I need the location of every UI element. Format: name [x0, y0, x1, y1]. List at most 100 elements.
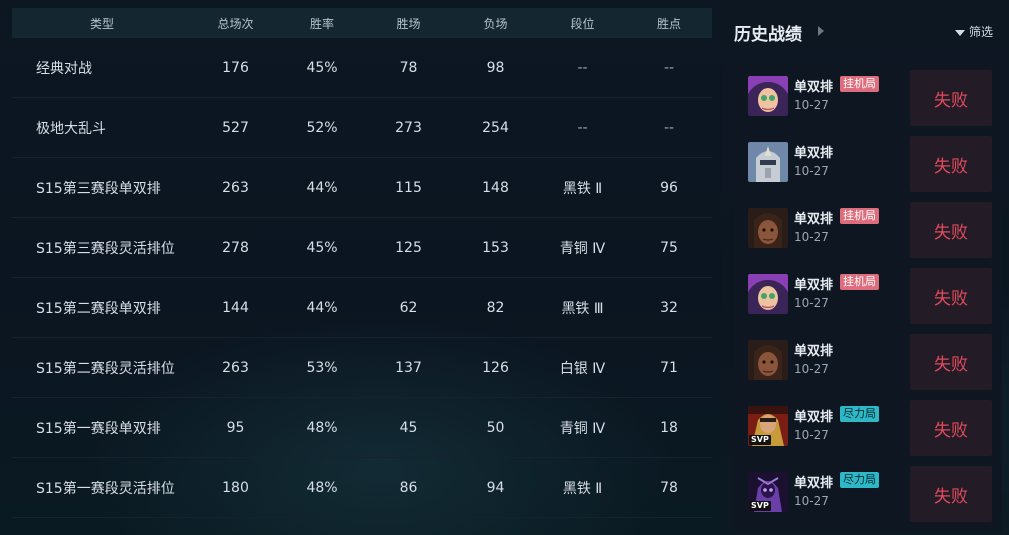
cell-type: 经典对战	[36, 60, 92, 77]
cell-wins: 137	[395, 359, 422, 376]
cell-lp: 96	[660, 179, 678, 196]
header-losses: 负场	[483, 16, 508, 31]
match-date: 10-27	[794, 230, 829, 244]
cell-total: 278	[222, 239, 249, 256]
cell-lp: --	[663, 59, 675, 76]
cell-wins: 273	[395, 119, 422, 136]
cell-tier: 白银 Ⅳ	[559, 360, 606, 377]
cell-lp: --	[663, 119, 675, 136]
table-header-row: 类型 总场次 胜率 胜场 负场 段位 胜点	[12, 8, 712, 38]
match-date: 10-27	[794, 164, 829, 178]
cell-total: 95	[226, 419, 245, 436]
cell-winrate: 45%	[306, 59, 338, 76]
champion-avatar	[748, 340, 788, 380]
cell-lp: 78	[660, 479, 678, 496]
match-mode: 单双排	[794, 410, 834, 425]
match-tag: 挂机局	[840, 274, 879, 290]
cell-total: 263	[222, 359, 249, 376]
match-date: 10-27	[794, 296, 829, 310]
match-list: 单双排 挂机局 10-27 失败 单双排 10-27 失败 单双排 挂机局 10-27 失败 单双排挂…	[734, 58, 1002, 532]
cell-type: S15第一赛段灵活排位	[36, 480, 175, 497]
match-result[interactable]: 失败	[910, 334, 992, 390]
cell-lp: 71	[660, 359, 678, 376]
table-body: 经典对战 176 45% 78 98 -- -- 极地大乱斗 527 52% 273 254 -- -- S…	[12, 38, 712, 518]
cell-total: 180	[222, 479, 249, 496]
cell-tier: --	[577, 59, 588, 76]
cell-winrate: 44%	[306, 179, 338, 196]
match-item[interactable]: 单双排 挂机局 10-27 失败	[734, 68, 1002, 128]
match-tag: 挂机局	[840, 76, 879, 92]
cell-winrate: 48%	[306, 419, 338, 436]
cell-losses: 50	[486, 419, 505, 436]
match-history-panel: 历史战绩 筛选 单双排 挂机局 10-27 失败 单双排 10-27 失败 单双排 挂机局 10-…	[722, 0, 1009, 535]
table-row[interactable]: S15第二赛段灵活排位 263 53% 137 126 白银 Ⅳ 71	[12, 338, 712, 398]
match-tag: 挂机局	[840, 208, 879, 224]
champion-avatar	[748, 142, 788, 182]
cell-wins: 115	[395, 179, 422, 196]
header-lp: 胜点	[656, 16, 681, 31]
cell-winrate: 48%	[306, 479, 338, 496]
match-item[interactable]: 单双排 挂机局 10-27 失败	[734, 200, 1002, 260]
table-row[interactable]: 经典对战 176 45% 78 98 -- --	[12, 38, 712, 98]
cell-lp: 75	[660, 239, 678, 256]
cell-type: S15第三赛段灵活排位	[36, 240, 175, 257]
cell-type: S15第一赛段单双排	[36, 420, 161, 437]
match-result[interactable]: 失败	[910, 70, 992, 126]
champion-avatar	[748, 76, 788, 116]
table-row[interactable]: S15第三赛段灵活排位 278 45% 125 153 青铜 Ⅳ 75	[12, 218, 712, 278]
cell-tier: 黑铁 Ⅱ	[562, 180, 603, 197]
cell-type: S15第三赛段单双排	[36, 180, 161, 197]
cell-total: 527	[222, 119, 249, 136]
filter-button[interactable]: 筛选	[954, 23, 993, 40]
champion-avatar: SVP	[748, 472, 788, 512]
panel-title[interactable]: 历史战绩	[734, 20, 802, 45]
cell-type: S15第二赛段灵活排位	[36, 360, 175, 377]
match-item[interactable]: SVP 单双排 尽力局 10-27 失败	[734, 398, 1002, 458]
cell-tier: 黑铁 Ⅱ	[562, 480, 603, 497]
cell-losses: 94	[486, 479, 505, 496]
cell-losses: 126	[482, 359, 509, 376]
cell-winrate: 44%	[306, 299, 338, 316]
champion-avatar: SVP	[748, 406, 788, 446]
svp-badge: SVP	[749, 435, 771, 445]
table-row[interactable]: S15第二赛段单双排 144 44% 62 82 黑铁 Ⅲ 32	[12, 278, 712, 338]
cell-tier: 青铜 Ⅳ	[559, 240, 606, 257]
cell-total: 263	[222, 179, 249, 196]
match-result[interactable]: 失败	[910, 202, 992, 258]
match-mode: 单双排	[794, 212, 834, 227]
panel-header: 历史战绩 筛选	[722, 0, 1009, 58]
cell-tier: --	[577, 119, 588, 136]
cell-total: 176	[222, 59, 249, 76]
chevron-right-icon[interactable]	[818, 26, 824, 36]
cell-losses: 153	[482, 239, 509, 256]
header-winrate: 胜率	[309, 16, 334, 31]
match-mode: 单双排	[794, 278, 834, 293]
cell-winrate: 45%	[306, 239, 338, 256]
match-item[interactable]: 单双排 10-27 失败	[734, 332, 1002, 392]
match-result[interactable]: 失败	[910, 268, 992, 324]
champion-avatar	[748, 274, 788, 314]
cell-wins: 78	[399, 59, 418, 76]
header-tier: 段位	[570, 16, 595, 31]
match-item[interactable]: 单双排 10-27 失败	[734, 134, 1002, 194]
table-row[interactable]: S15第三赛段单双排 263 44% 115 148 黑铁 Ⅱ 96	[12, 158, 712, 218]
match-result[interactable]: 失败	[910, 466, 992, 522]
match-tag: 尽力局	[840, 406, 879, 422]
match-date: 10-27	[794, 428, 829, 442]
cell-wins: 62	[399, 299, 418, 316]
cell-type: 极地大乱斗	[36, 120, 106, 137]
filter-label: 筛选	[968, 25, 993, 39]
match-item[interactable]: 单双排 挂机局 10-27 失败	[734, 266, 1002, 326]
table-row[interactable]: S15第一赛段单双排 95 48% 45 50 青铜 Ⅳ 18	[12, 398, 712, 458]
match-item[interactable]: SVP 单双排 尽力局 10-27 失败	[734, 464, 1002, 524]
app-root: 类型 总场次 胜率 胜场 负场 段位 胜点 经典对战 176 45% 78 98 -- --…	[0, 0, 1009, 535]
cell-tier: 黑铁 Ⅲ	[561, 300, 604, 317]
cell-total: 144	[222, 299, 249, 316]
header-total: 总场次	[217, 16, 254, 31]
table-row[interactable]: S15第一赛段灵活排位 180 48% 86 94 黑铁 Ⅱ 78	[12, 458, 712, 518]
table-row[interactable]: 极地大乱斗 527 52% 273 254 -- --	[12, 98, 712, 158]
match-result[interactable]: 失败	[910, 400, 992, 456]
match-result[interactable]: 失败	[910, 136, 992, 192]
cell-wins: 45	[399, 419, 418, 436]
match-mode: 单双排	[794, 344, 834, 359]
